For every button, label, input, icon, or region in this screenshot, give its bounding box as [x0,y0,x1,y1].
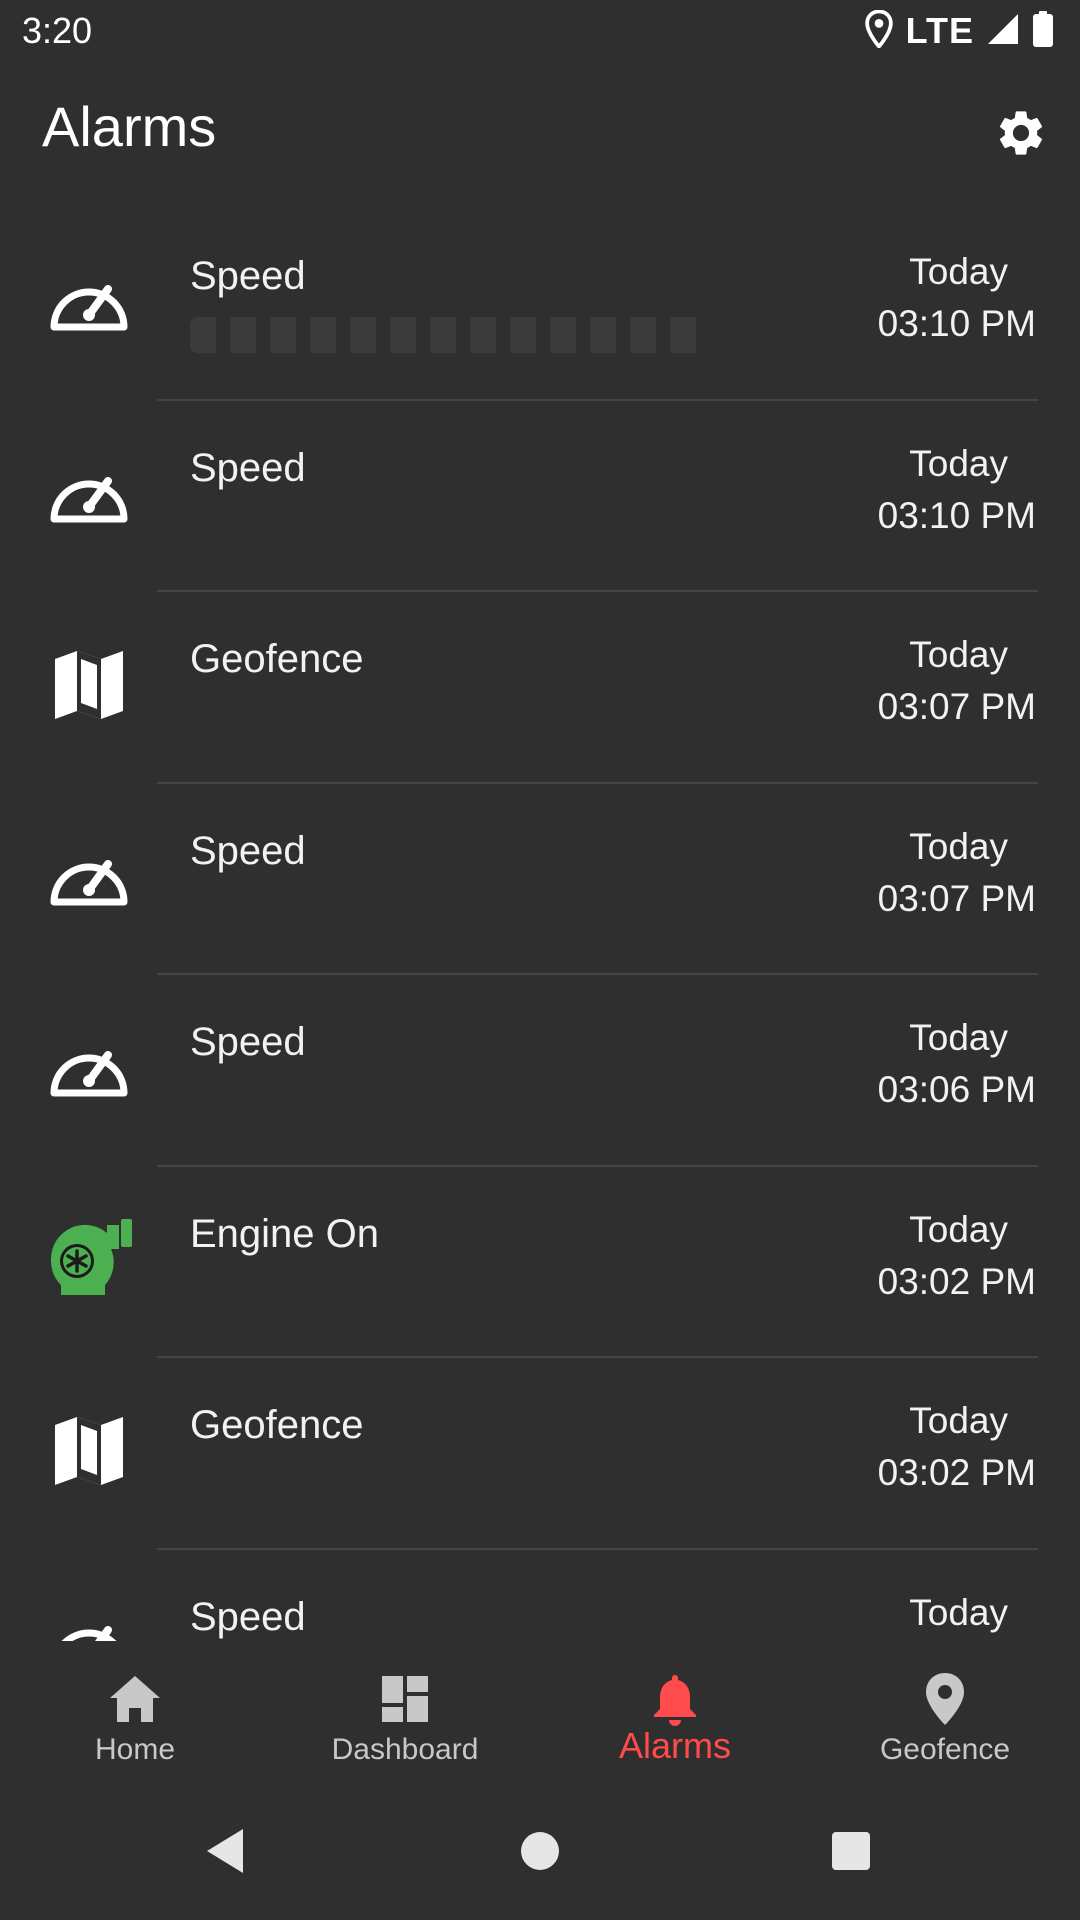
nav-alarms[interactable]: Alarms [540,1641,810,1781]
alarm-time: 03:07 PM [877,877,1036,919]
speedometer-icon [44,832,134,922]
alarm-type: Speed [190,1020,306,1064]
alarm-time: 03:02 PM [877,1452,1036,1493]
back-button[interactable] [185,1811,265,1891]
battery-icon [1032,10,1054,52]
map-icon [44,640,134,730]
alarm-type: Speed [190,828,306,873]
location-pin-icon [915,1669,975,1729]
location-icon [864,9,894,53]
alarm-item[interactable]: Geofence Today 03:02 PM [0,1358,1080,1550]
back-icon [207,1829,243,1873]
status-icons: LTE [864,8,1054,54]
alarm-day: Today [909,1208,1008,1250]
alarm-day: Today [909,251,1008,292]
circle-home-icon [521,1832,559,1870]
alarm-type: Geofence [190,1403,364,1447]
alarm-item[interactable]: Speed Today 03:06 PM [0,975,1080,1167]
signal-icon [986,12,1020,51]
alarm-day: Today [909,1591,1008,1633]
speedometer-icon [44,1023,134,1113]
alarm-item[interactable]: Speed Today 03:07 PM [0,784,1080,975]
nav-home-label: Home [94,1733,176,1766]
status-bar: 3:20 LTE [0,0,1080,64]
alarm-day: Today [909,1400,1008,1441]
nav-dashboard-label: Dashboard [331,1733,479,1766]
map-icon [44,1406,134,1496]
status-time: 3:20 [22,10,93,51]
square-recents-icon [832,1832,870,1870]
alarm-day: Today [909,442,1008,484]
bell-icon [645,1669,705,1729]
alarm-item[interactable]: Geofence Today 03:07 PM [0,592,1080,784]
recents-button[interactable] [811,1811,891,1891]
nav-geofence[interactable]: Geofence [810,1641,1080,1781]
alarm-type: Speed [190,254,306,298]
alarm-type: Geofence [190,637,364,681]
alarm-item[interactable]: Speed Today 03:10 PM [0,401,1080,592]
network-type: LTE [905,10,974,51]
alarm-item[interactable]: Engine On Today 03:02 PM [0,1167,1080,1358]
alarm-time: 03:07 PM [877,686,1036,727]
home-icon [105,1669,165,1729]
app-bar: Alarms [0,64,1080,204]
alarm-time: 03:10 PM [877,303,1036,344]
alarm-time: 03:06 PM [877,1069,1036,1110]
alarm-item[interactable]: Speed Today [0,1550,1080,1641]
alarm-day: Today [909,1017,1008,1058]
alarm-item[interactable]: Speed Today 03:10 PM [0,209,1080,401]
nav-alarms-label: Alarms [618,1725,731,1766]
alarm-type: Engine On [190,1211,380,1256]
nav-home[interactable]: Home [0,1641,270,1781]
nav-dashboard[interactable]: Dashboard [270,1641,540,1781]
nav-geofence-label: Geofence [879,1733,1011,1766]
alarm-detail [190,317,710,353]
gear-icon [999,111,1043,155]
speedometer-icon [44,257,134,347]
engine-icon [44,1215,134,1305]
bottom-navigation: Home Dashboard Alarms Geofence [0,1641,1080,1781]
dashboard-icon [375,1669,435,1729]
alarm-day: Today [909,634,1008,675]
alarm-type: Speed [190,445,306,490]
alarm-time: 03:10 PM [877,494,1036,536]
alarm-type: Speed [190,1594,306,1639]
settings-button[interactable] [992,104,1050,162]
alarm-list[interactable]: Speed Today 03:10 PM Speed Today 03:10 P… [0,209,1080,1641]
alarm-time: 03:02 PM [877,1260,1036,1302]
alarm-day: Today [909,825,1008,867]
home-system-button[interactable] [500,1811,580,1891]
system-navigation-bar [0,1781,1080,1920]
page-title: Alarms [42,95,217,158]
speedometer-icon [44,449,134,539]
speedometer-icon [44,1598,134,1641]
